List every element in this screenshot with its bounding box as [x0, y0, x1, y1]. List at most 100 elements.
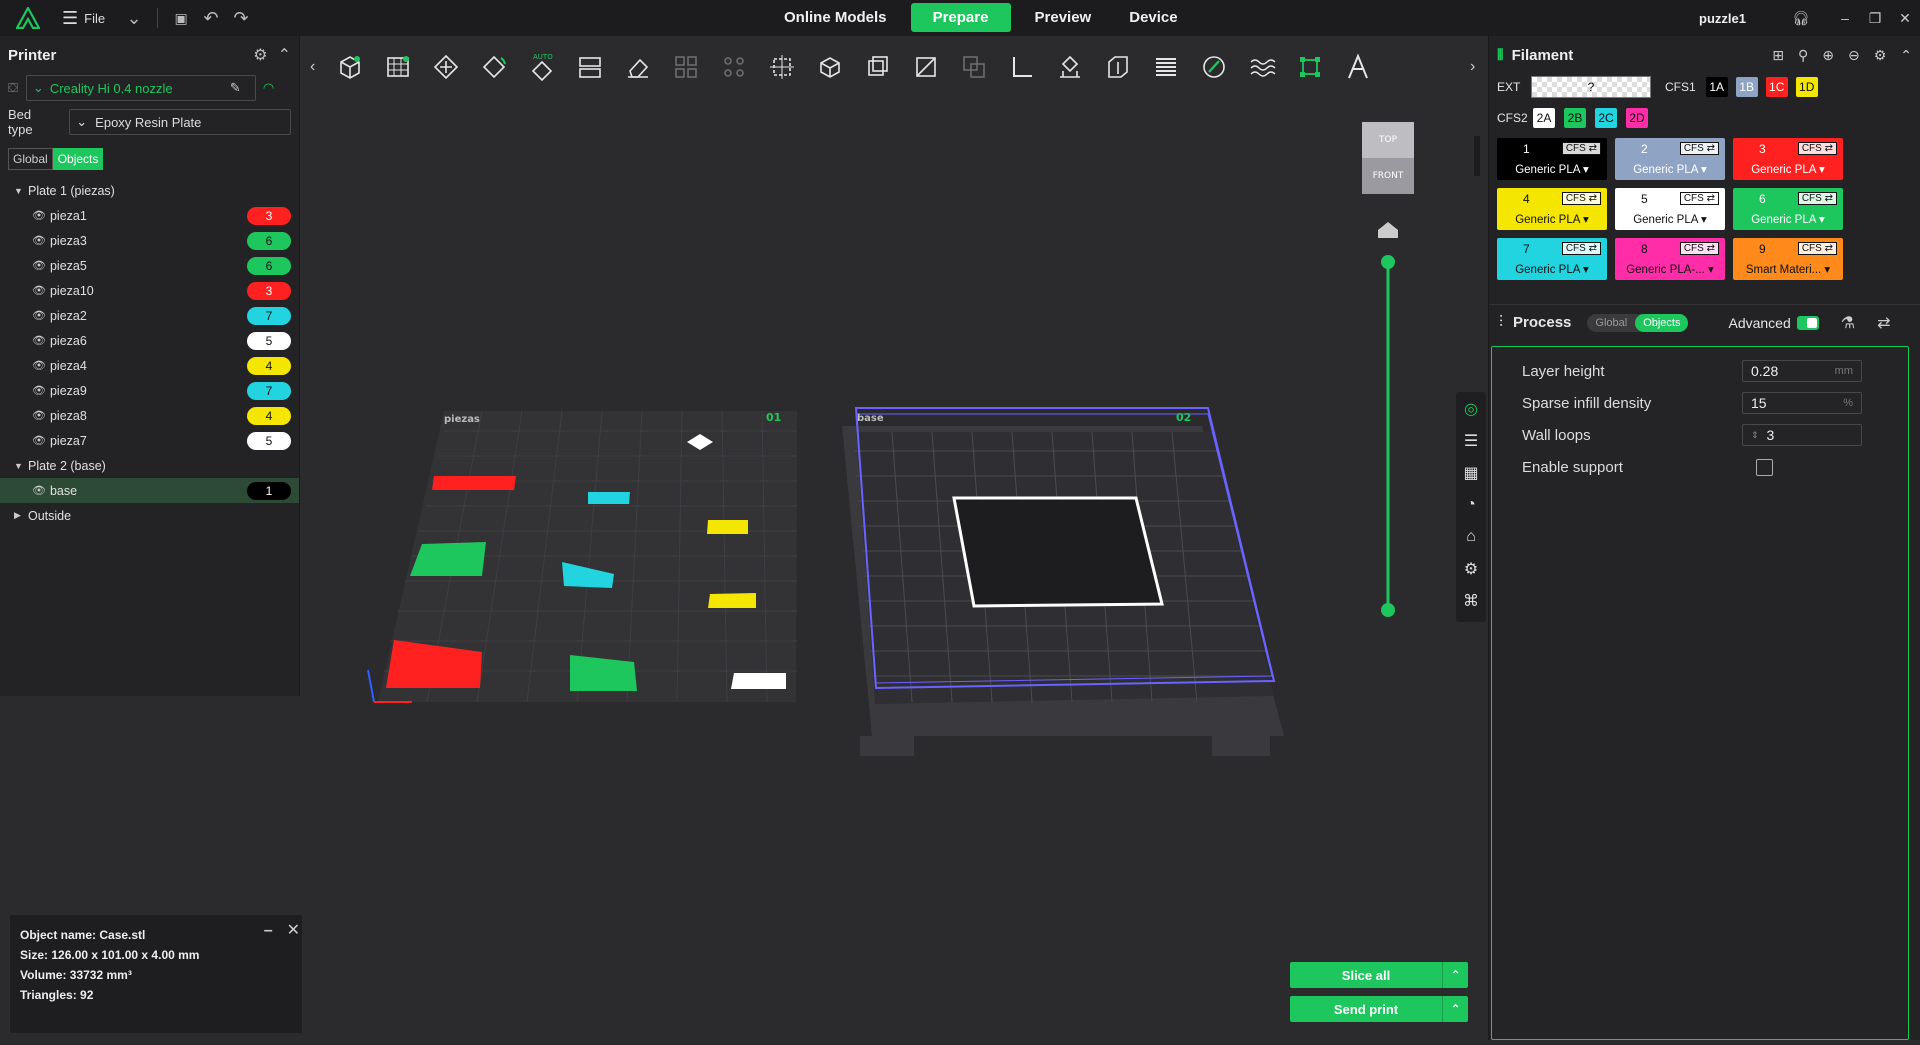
color-paint-icon[interactable]	[1196, 49, 1232, 85]
cfs-sync-button[interactable]: CFS ⇄	[1679, 142, 1719, 155]
support-icon[interactable]: ⌂	[1460, 526, 1482, 548]
save-icon[interactable]: ▣	[166, 3, 196, 33]
close-icon[interactable]: ✕	[1890, 10, 1920, 27]
material-select[interactable]: Generic PLA ▾	[1733, 162, 1843, 176]
maximize-icon[interactable]: ❐	[1860, 10, 1890, 27]
cfs-slot-chip-2D[interactable]: 2D	[1626, 108, 1648, 128]
material-select[interactable]: Generic PLA ▾	[1497, 262, 1607, 276]
eye-icon[interactable]: 👁︎	[32, 209, 46, 222]
view-cube[interactable]: TOP FRONT	[1362, 122, 1414, 194]
variable-layer-icon[interactable]	[1148, 49, 1184, 85]
filament-slot-badge[interactable]: 6	[247, 256, 291, 275]
minimize-icon[interactable]: –	[264, 921, 273, 941]
auto-orient-icon[interactable]: AUTO	[524, 49, 560, 85]
tree-object-pieza6[interactable]: 👁︎ pieza6 5	[0, 328, 299, 353]
measure-icon[interactable]	[1004, 49, 1040, 85]
3d-viewport[interactable]: piezas 01 base 02 TOP FRONT	[302, 96, 1480, 1040]
filament-slot-badge[interactable]: 1	[247, 481, 291, 500]
eye-icon[interactable]: 👁︎	[32, 384, 46, 397]
filament-slot-5[interactable]: 5 CFS ⇄ Generic PLA ▾	[1615, 188, 1725, 230]
eye-icon[interactable]: 👁︎	[32, 284, 46, 297]
bed-type-select[interactable]: ⌄ Epoxy Resin Plate	[69, 109, 291, 135]
layer-slider-top-handle[interactable]	[1381, 255, 1395, 269]
eye-icon[interactable]: 👁︎	[32, 409, 46, 422]
material-select[interactable]: Generic PLA ▾	[1733, 212, 1843, 226]
add-icon[interactable]: ⊕	[1822, 47, 1834, 64]
redo-icon[interactable]: ↷	[226, 3, 256, 33]
tab-online-models[interactable]: Online Models	[770, 3, 901, 32]
layer-height-input[interactable]: 0.28 mm	[1742, 360, 1862, 382]
layer-slider-bottom-handle[interactable]	[1381, 603, 1395, 617]
text-tool-icon[interactable]	[1340, 49, 1376, 85]
cfs-sync-button[interactable]: CFS ⇄	[1797, 192, 1837, 205]
tree-object-pieza5[interactable]: 👁︎ pieza5 6	[0, 253, 299, 278]
process-toggle-objects[interactable]: Objects	[1635, 313, 1689, 332]
tree-outside[interactable]: ▶ Outside	[0, 503, 299, 528]
filament-slot-badge[interactable]: 6	[247, 231, 291, 250]
home-icon[interactable]	[1378, 222, 1398, 238]
filament-slot-badge[interactable]: 5	[247, 331, 291, 350]
tree-object-pieza7[interactable]: 👁︎ pieza7 5	[0, 428, 299, 453]
cfs-sync-button[interactable]: CFS ⇄	[1679, 192, 1719, 205]
filament-slot-badge[interactable]: 7	[247, 306, 291, 325]
tree-plate-1[interactable]: ▼ Plate 1 (piezas)	[0, 178, 299, 203]
eye-icon[interactable]: 👁︎	[32, 234, 46, 247]
tree-object-pieza10[interactable]: 👁︎ pieza10 3	[0, 278, 299, 303]
infill-input[interactable]: 15 %	[1742, 392, 1862, 414]
material-select[interactable]: Generic PLA ▾	[1497, 162, 1607, 176]
piece-green[interactable]	[410, 542, 486, 576]
ext-slot[interactable]: ?	[1531, 76, 1651, 98]
material-select[interactable]: Generic PLA ▾	[1615, 162, 1725, 176]
tree-plate-2[interactable]: ▼ Plate 2 (base)	[0, 453, 299, 478]
rotate-icon[interactable]	[812, 49, 848, 85]
scale-icon[interactable]	[860, 49, 896, 85]
caret-down-icon[interactable]: ▼	[14, 186, 28, 196]
process-toggle-global[interactable]: Global	[1587, 314, 1635, 332]
caret-down-icon[interactable]: ▼	[14, 461, 28, 471]
send-print-button[interactable]: Send print ⌃	[1290, 996, 1468, 1022]
split-parts-icon[interactable]	[716, 49, 752, 85]
tree-object-pieza3[interactable]: 👁︎ pieza3 6	[0, 228, 299, 253]
cfs-slot-chip-1C[interactable]: 1C	[1765, 77, 1788, 97]
tab-device[interactable]: Device	[1115, 3, 1191, 32]
close-icon[interactable]: ✕	[287, 921, 300, 941]
erase-icon[interactable]	[620, 49, 656, 85]
view-cube-front[interactable]: FRONT	[1373, 171, 1404, 181]
cfs-sync-button[interactable]: CFS ⇄	[1797, 242, 1837, 255]
cfs-sync-button[interactable]: CFS ⇄	[1561, 242, 1601, 255]
material-select[interactable]: Generic PLA ▾	[1497, 212, 1607, 226]
plate-1[interactable]: piezas 01	[367, 410, 797, 703]
cfs-slot-chip-2A[interactable]: 2A	[1533, 108, 1555, 128]
filament-slot-badge[interactable]: 3	[247, 206, 291, 225]
scene-canvas[interactable]: piezas 01 base 02 TOP FRONT	[302, 96, 1480, 1040]
remove-icon[interactable]: ⊖	[1848, 47, 1860, 64]
cfs-sync-button[interactable]: CFS ⇄	[1561, 192, 1601, 205]
fuzzy-skin-icon[interactable]	[1244, 49, 1280, 85]
eye-icon[interactable]: 👁︎	[32, 359, 46, 372]
tree-object-pieza8[interactable]: 👁︎ pieza8 4	[0, 403, 299, 428]
tree-object-base[interactable]: 👁︎ base 1	[0, 478, 299, 503]
wall-loops-stepper[interactable]: ⇕ 3	[1742, 424, 1862, 446]
headset-icon[interactable]: 🎧︎	[1786, 10, 1816, 27]
multimaterial-icon[interactable]: ⌘	[1460, 590, 1482, 612]
eye-icon[interactable]: 👁︎	[32, 334, 46, 347]
compare-icon[interactable]: ⚗	[1841, 313, 1855, 333]
filament-slot-9[interactable]: 9 CFS ⇄ Smart Materi... ▾	[1733, 238, 1843, 280]
swap-icon[interactable]: ⇄	[1877, 313, 1890, 333]
advanced-toggle[interactable]	[1796, 315, 1819, 330]
filament-slot-6[interactable]: 6 CFS ⇄ Generic PLA ▾	[1733, 188, 1843, 230]
undo-icon[interactable]: ↶	[196, 3, 226, 33]
filament-slot-badge[interactable]: 5	[247, 431, 291, 450]
move-icon[interactable]	[764, 49, 800, 85]
filament-slot-badge[interactable]: 3	[247, 281, 291, 300]
filament-slot-4[interactable]: 4 CFS ⇄ Generic PLA ▾	[1497, 188, 1607, 230]
arrange-icon[interactable]	[428, 49, 464, 85]
assembly-icon[interactable]	[1292, 49, 1328, 85]
cfs-slot-chip-1A[interactable]: 1A	[1705, 77, 1728, 97]
caret-right-icon[interactable]: ▶	[14, 510, 28, 521]
piece-white[interactable]	[731, 673, 786, 689]
cfs-slot-chip-1B[interactable]: 1B	[1735, 77, 1758, 97]
boolean-icon[interactable]	[956, 49, 992, 85]
tab-preview[interactable]: Preview	[1021, 3, 1106, 32]
support-paint-icon[interactable]	[1052, 49, 1088, 85]
